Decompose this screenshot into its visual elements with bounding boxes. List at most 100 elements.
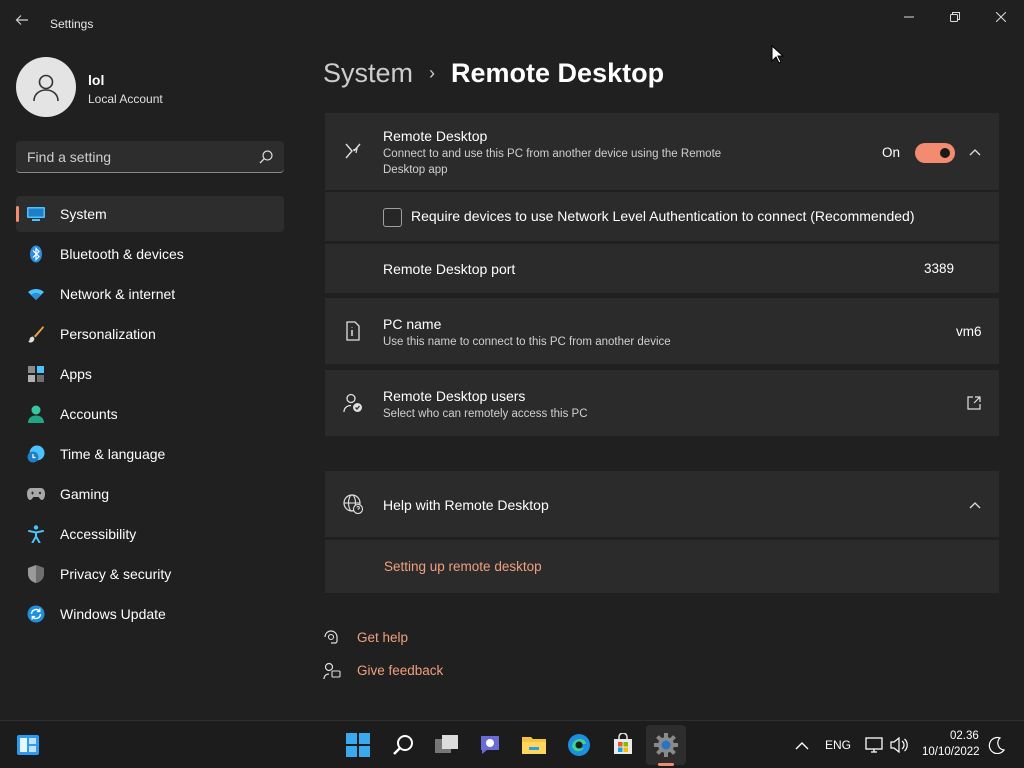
shield-icon xyxy=(27,565,45,583)
port-value: 3389 xyxy=(924,261,955,276)
sidebar-item-apps[interactable]: Apps xyxy=(16,356,284,392)
windows-update-icon xyxy=(27,605,45,623)
toggle-state-label: On xyxy=(882,145,901,160)
taskbar: ENG 02.36 10/10/2022 xyxy=(0,720,1024,768)
sidebar-item-label: Apps xyxy=(60,366,92,382)
sidebar-item-time-language[interactable]: Time & language xyxy=(16,436,284,472)
title-bar: Settings xyxy=(0,0,1024,48)
selection-indicator xyxy=(16,206,19,222)
pc-name-value: vm6 xyxy=(956,324,982,339)
volume-tray-button[interactable] xyxy=(885,731,913,759)
task-view-button[interactable] xyxy=(433,731,461,759)
users-check-icon xyxy=(343,393,363,413)
accessibility-icon xyxy=(27,525,45,543)
sidebar-item-privacy-security[interactable]: Privacy & security xyxy=(16,556,284,592)
sidebar-item-label: Time & language xyxy=(60,446,166,462)
focus-assist-button[interactable] xyxy=(983,731,1011,759)
port-label: Remote Desktop port xyxy=(383,261,516,277)
minimize-button[interactable] xyxy=(886,6,932,28)
sidebar-item-label: Personalization xyxy=(60,326,156,342)
open-external-icon xyxy=(967,396,981,410)
system-icon xyxy=(27,205,45,223)
bluetooth-icon xyxy=(27,245,45,263)
close-button[interactable] xyxy=(978,6,1024,28)
nla-label[interactable]: Require devices to use Network Level Aut… xyxy=(411,208,915,224)
chevron-up-icon xyxy=(969,149,981,156)
clock-date[interactable]: 10/10/2022 xyxy=(922,746,980,758)
moon-icon xyxy=(988,736,1006,754)
sidebar-item-label: Network & internet xyxy=(60,286,176,302)
page-title: Remote Desktop xyxy=(451,58,665,88)
collapse-button[interactable] xyxy=(967,144,983,160)
close-icon xyxy=(996,12,1006,22)
remote-desktop-card[interactable]: Remote Desktop Connect to and use this P… xyxy=(325,113,999,190)
feedback-icon xyxy=(323,662,341,680)
mouse-cursor-icon xyxy=(771,45,785,64)
maximize-button[interactable] xyxy=(932,6,978,28)
store-icon xyxy=(614,733,632,754)
chevron-up-icon xyxy=(795,741,809,749)
sidebar-item-network[interactable]: Network & internet xyxy=(16,276,284,312)
edge-button[interactable] xyxy=(565,731,593,759)
pc-name-description: Use this name to connect to this PC from… xyxy=(383,336,671,348)
active-app-indicator xyxy=(658,763,674,766)
settings-button[interactable] xyxy=(652,731,680,759)
search-placeholder: Find a setting xyxy=(27,149,112,165)
breadcrumb-separator: › xyxy=(429,63,436,83)
avatar[interactable] xyxy=(16,57,76,117)
setup-remote-desktop-link[interactable]: Setting up remote desktop xyxy=(384,559,542,574)
help-collapse-button[interactable] xyxy=(967,497,983,513)
sidebar-item-windows-update[interactable]: Windows Update xyxy=(16,596,284,632)
give-feedback-link[interactable]: Give feedback xyxy=(357,663,443,678)
nla-checkbox[interactable] xyxy=(383,208,402,227)
settings-icon xyxy=(654,733,678,757)
remote-desktop-toggle[interactable] xyxy=(915,143,955,163)
help-title: Help with Remote Desktop xyxy=(383,497,549,513)
help-card[interactable]: Help with Remote Desktop xyxy=(325,471,999,537)
sidebar-item-personalization[interactable]: Personalization xyxy=(16,316,284,352)
port-row: Remote Desktop port 3389 xyxy=(325,244,999,293)
sidebar-item-label: Gaming xyxy=(60,486,110,502)
rd-users-title: Remote Desktop users xyxy=(383,388,526,404)
pc-name-icon xyxy=(343,321,363,341)
widgets-button[interactable] xyxy=(14,731,42,759)
help-links-row: Setting up remote desktop xyxy=(325,540,999,593)
widgets-icon xyxy=(17,735,39,755)
toggle-knob xyxy=(940,148,950,158)
remote-desktop-users-card[interactable]: Remote Desktop users Select who can remo… xyxy=(325,370,999,436)
store-button[interactable] xyxy=(609,731,637,759)
start-button[interactable] xyxy=(344,731,372,759)
get-help-link[interactable]: Get help xyxy=(357,630,408,645)
back-arrow-icon xyxy=(15,15,28,25)
wifi-icon xyxy=(27,285,45,303)
search-button[interactable] xyxy=(389,731,417,759)
start-icon xyxy=(346,733,370,757)
back-button[interactable] xyxy=(14,12,34,36)
sidebar-item-label: Privacy & security xyxy=(60,566,172,582)
sidebar-item-accounts[interactable]: Accounts xyxy=(16,396,284,432)
search-box[interactable]: Find a setting xyxy=(16,141,284,173)
open-external-button[interactable] xyxy=(966,395,982,411)
nla-row: Require devices to use Network Level Aut… xyxy=(325,192,999,241)
edge-icon xyxy=(568,734,590,756)
breadcrumb-parent[interactable]: System xyxy=(323,58,413,89)
sidebar-item-bluetooth[interactable]: Bluetooth & devices xyxy=(16,236,284,272)
search-icon xyxy=(259,150,273,164)
sidebar-item-label: System xyxy=(60,206,107,222)
file-explorer-button[interactable] xyxy=(520,731,548,759)
volume-icon xyxy=(890,736,908,754)
sidebar-item-accessibility[interactable]: Accessibility xyxy=(16,516,284,552)
clock-time[interactable]: 02.36 xyxy=(950,730,979,742)
sidebar-item-gaming[interactable]: Gaming xyxy=(16,476,284,512)
show-hidden-icons-button[interactable] xyxy=(788,731,816,759)
language-indicator[interactable]: ENG xyxy=(825,738,851,752)
rd-users-description: Select who can remotely access this PC xyxy=(383,408,588,420)
remote-desktop-description: Connect to and use this PC from another … xyxy=(383,148,722,176)
restore-icon xyxy=(950,12,960,22)
globe-help-icon xyxy=(343,494,363,514)
app-title: Settings xyxy=(50,17,94,31)
file-explorer-icon xyxy=(522,737,546,754)
accounts-icon xyxy=(27,405,45,423)
sidebar-item-system[interactable]: System xyxy=(16,196,284,232)
chat-button[interactable] xyxy=(476,731,504,759)
